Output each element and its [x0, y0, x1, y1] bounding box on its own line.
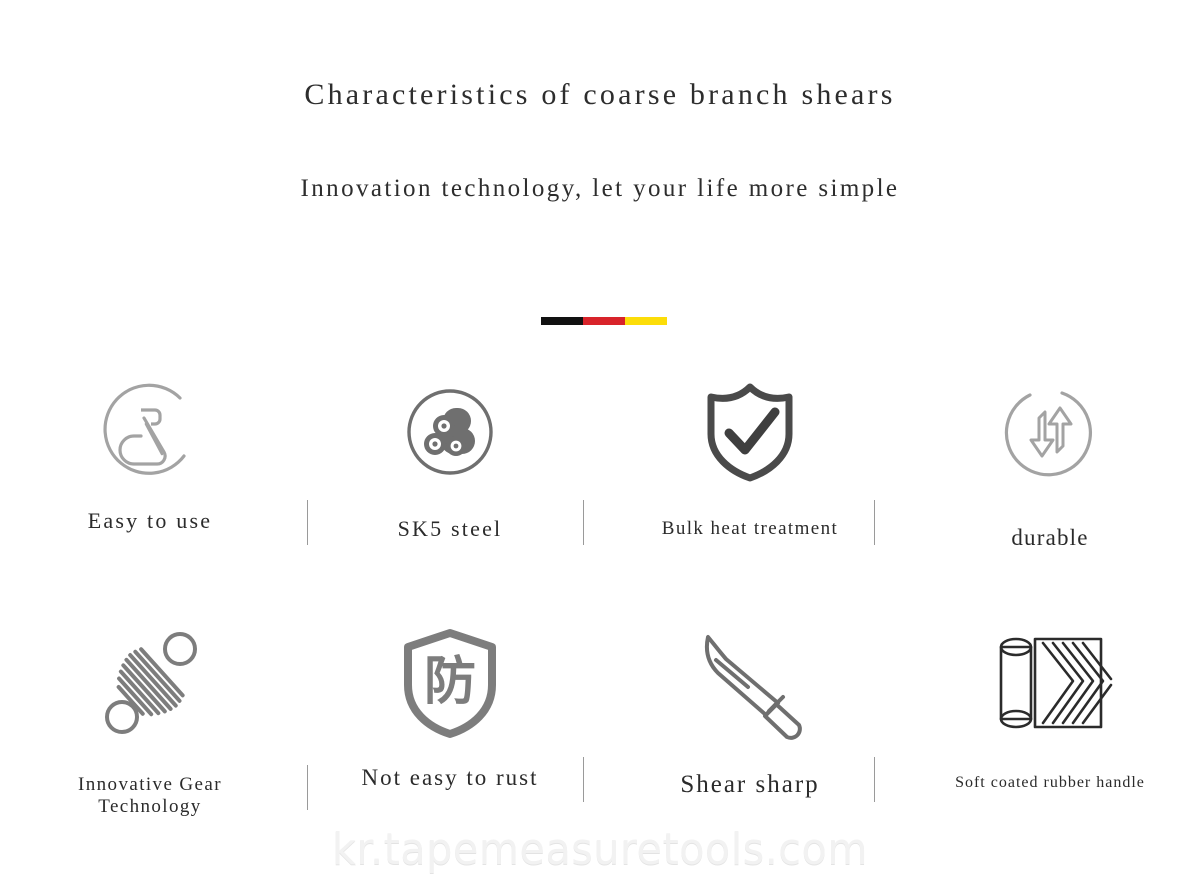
separator-row1-3: [874, 500, 875, 545]
feature-label: SK5 steel: [397, 516, 503, 541]
promo-feature-page: Characteristics of coarse branch shears …: [0, 0, 1200, 881]
feature-item-sk5-steel: SK5 steel: [300, 378, 600, 551]
easy-grip-circle-icon: [98, 378, 202, 486]
feature-row-1: Easy to use SK5 steel Bulk heat treatmen…: [0, 378, 1200, 551]
separator-row2-2: [583, 757, 584, 802]
separator-row1-1: [307, 500, 308, 545]
feature-label: Innovative Gear Technology: [78, 774, 222, 818]
feature-label: Soft coated rubber handle: [955, 774, 1145, 791]
tricolor-divider: [541, 317, 667, 325]
feature-item-not-easy-to-rust: 防 Not easy to rust: [300, 618, 600, 819]
feature-item-durable: durable: [900, 378, 1200, 551]
separator-row2-1: [307, 765, 308, 810]
site-watermark: kr.tapemeasuretools.com: [331, 824, 869, 875]
feature-item-shear-sharp: Shear sharp: [600, 618, 900, 819]
feature-label: Easy to use: [87, 508, 213, 533]
separator-row2-3: [874, 757, 875, 802]
feature-label: durable: [1011, 525, 1089, 550]
spring-gear-icon: [92, 618, 208, 748]
feature-label: Not easy to rust: [361, 765, 539, 790]
separator-row1-2: [583, 500, 584, 545]
divider-segment-yellow: [625, 317, 667, 325]
divider-segment-red: [583, 317, 625, 325]
durable-arrows-circle-icon: [1000, 378, 1100, 486]
anti-rust-shield-icon: 防: [402, 618, 498, 748]
feature-row-2: Innovative Gear Technology 防 Not easy to…: [0, 618, 1200, 819]
knife-blade-icon: [686, 618, 814, 748]
page-subtitle: Innovation technology, let your life mor…: [300, 175, 900, 202]
rubber-grip-icon: [987, 618, 1113, 748]
divider-segment-black: [541, 317, 583, 325]
feature-item-soft-coated-rubber-handle: Soft coated rubber handle: [900, 618, 1200, 819]
feature-item-innovative-gear-technology: Innovative Gear Technology: [0, 618, 300, 819]
page-title: Characteristics of coarse branch shears: [304, 78, 896, 111]
shield-check-icon: [704, 378, 796, 486]
steel-coils-circle-icon: [402, 378, 498, 486]
anti-rust-glyph: 防: [424, 652, 476, 712]
feature-label: Bulk heat treatment: [661, 518, 839, 539]
feature-item-easy-to-use: Easy to use: [0, 378, 300, 551]
feature-item-bulk-heat-treatment: Bulk heat treatment: [600, 378, 900, 551]
feature-label: Shear sharp: [680, 771, 820, 798]
